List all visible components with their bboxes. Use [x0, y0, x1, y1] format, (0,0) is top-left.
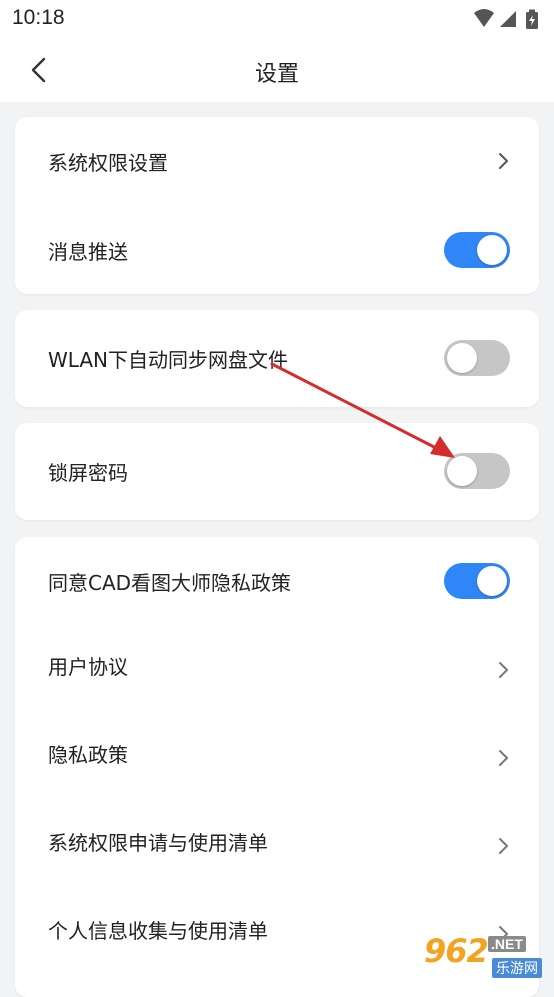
- user-agreement-row[interactable]: 用户协议: [15, 635, 539, 695]
- privacy-policy-label: 隐私政策: [48, 739, 128, 768]
- watermark-tld: .NET: [488, 936, 526, 952]
- privacy-policy-row[interactable]: 隐私政策: [15, 723, 539, 783]
- page-title: 设置: [0, 56, 554, 88]
- site-watermark: 962 .NET 乐游网: [406, 932, 546, 984]
- message-push-row: 消息推送: [15, 220, 539, 280]
- lock-password-toggle[interactable]: [444, 453, 510, 489]
- message-push-toggle[interactable]: [444, 232, 510, 268]
- status-icons: [472, 8, 544, 30]
- lock-password-label: 锁屏密码: [48, 457, 128, 486]
- wlan-sync-label: WLAN下自动同步网盘文件: [48, 344, 288, 373]
- settings-card-legal: 同意CAD看图大师隐私政策 用户协议 隐私政策 系统权限申请与使用清单 个人信息…: [15, 537, 539, 997]
- toggle-knob: [447, 456, 477, 486]
- toggle-knob: [477, 566, 507, 596]
- settings-card-lock: 锁屏密码: [15, 423, 539, 520]
- wifi-icon: [474, 9, 494, 27]
- permission-list-row[interactable]: 系统权限申请与使用清单: [15, 811, 539, 871]
- chevron-right-icon: [497, 150, 511, 172]
- battery-charging-icon: [526, 10, 538, 30]
- status-time: 10:18: [12, 6, 65, 30]
- user-agreement-label: 用户协议: [48, 651, 128, 680]
- wlan-sync-toggle[interactable]: [444, 340, 510, 376]
- watermark-logo-text: 962: [424, 932, 488, 970]
- watermark-site-name: 乐游网: [492, 958, 542, 978]
- privacy-consent-row: 同意CAD看图大师隐私政策: [15, 551, 539, 611]
- privacy-consent-label: 同意CAD看图大师隐私政策: [48, 567, 291, 596]
- permission-list-label: 系统权限申请与使用清单: [48, 827, 268, 856]
- chevron-right-icon: [497, 659, 511, 681]
- message-push-label: 消息推送: [48, 236, 128, 265]
- toggle-knob: [477, 235, 507, 265]
- chevron-right-icon: [497, 747, 511, 769]
- settings-card-general: 系统权限设置 消息推送: [15, 117, 539, 294]
- privacy-consent-toggle[interactable]: [444, 563, 510, 599]
- status-bar: 10:18: [0, 0, 554, 38]
- settings-card-wlan: WLAN下自动同步网盘文件: [15, 310, 539, 407]
- system-permission-settings-row[interactable]: 系统权限设置: [15, 131, 539, 191]
- system-permission-settings-label: 系统权限设置: [48, 147, 168, 176]
- cell-signal-icon: [500, 11, 516, 27]
- wlan-sync-row: WLAN下自动同步网盘文件: [15, 328, 539, 388]
- personal-info-list-label: 个人信息收集与使用清单: [48, 915, 268, 944]
- lock-password-row: 锁屏密码: [15, 441, 539, 501]
- toggle-knob: [447, 343, 477, 373]
- app-header: 设置: [0, 38, 554, 102]
- chevron-right-icon: [497, 835, 511, 857]
